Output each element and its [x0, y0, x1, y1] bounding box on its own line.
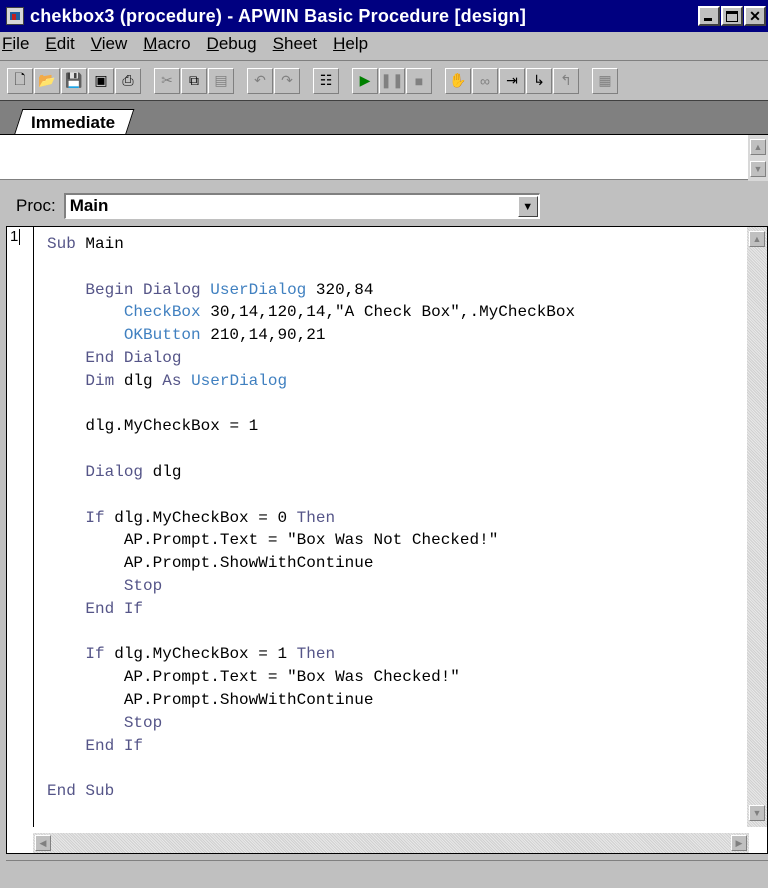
code-line[interactable]: CheckBox 30,14,120,14,"A Check Box",.MyC… — [47, 301, 737, 324]
menu-edit[interactable]: Edit — [37, 34, 82, 54]
scroll-up-icon[interactable]: ▲ — [750, 139, 766, 155]
chevron-down-icon[interactable]: ▼ — [517, 196, 538, 217]
code-line[interactable]: Dialog dlg — [47, 461, 737, 484]
code-line[interactable]: End Dialog — [47, 347, 737, 370]
toolbar: 🗋 📂 💾 ▣ ⎙ ✂ ⧉ ▤ ↶ ↷ ☷ ▶ ❚❚ ■ ✋ ∞ ⇥ ↳ ↰ ▦ — [0, 60, 768, 100]
editor-vertical-scrollbar[interactable]: ▲ ▼ — [747, 227, 767, 827]
proc-value: Main — [69, 196, 109, 215]
code-line[interactable]: AP.Prompt.Text = "Box Was Checked!" — [47, 666, 737, 689]
code-line[interactable]: If dlg.MyCheckBox = 1 Then — [47, 643, 737, 666]
menu-bar: File Edit View Macro Debug Sheet Help — [0, 32, 768, 56]
code-line[interactable]: Dim dlg As UserDialog — [47, 370, 737, 393]
step-into-icon[interactable]: ⇥ — [499, 67, 525, 94]
copy-icon[interactable]: ⧉ — [181, 67, 207, 94]
code-line[interactable]: AP.Prompt.ShowWithContinue — [47, 689, 737, 712]
menu-debug[interactable]: Debug — [199, 34, 265, 54]
code-line[interactable]: AP.Prompt.ShowWithContinue — [47, 552, 737, 575]
scroll-left-icon[interactable]: ◀ — [35, 835, 51, 851]
scroll-down-icon[interactable]: ▼ — [750, 161, 766, 177]
dialog-editor-icon[interactable]: ☷ — [313, 67, 339, 94]
save-icon[interactable]: 💾 — [61, 67, 87, 94]
code-line[interactable] — [47, 438, 737, 461]
close-icon: ✕ — [749, 8, 761, 24]
minimize-button[interactable] — [698, 6, 720, 26]
immediate-pane[interactable]: ▲ ▼ — [0, 134, 768, 181]
code-line[interactable]: Sub Main — [47, 233, 737, 256]
code-line[interactable]: Stop — [47, 712, 737, 735]
tab-strip: Immediate — [0, 100, 768, 136]
maximize-icon — [726, 10, 738, 22]
window-controls: ✕ — [698, 6, 766, 26]
code-line[interactable]: If dlg.MyCheckBox = 0 Then — [47, 507, 737, 530]
save-all-icon[interactable]: ▣ — [88, 67, 114, 94]
title-bar[interactable]: chekbox3 (procedure) - APWIN Basic Proce… — [0, 0, 768, 32]
pause-icon[interactable]: ❚❚ — [379, 67, 405, 94]
editor-horizontal-scrollbar[interactable]: ◀ ▶ — [33, 833, 749, 853]
menu-view[interactable]: View — [83, 34, 136, 54]
paste-icon[interactable]: ▤ — [208, 67, 234, 94]
menu-macro[interactable]: Macro — [135, 34, 198, 54]
print-icon[interactable]: ⎙ — [115, 67, 141, 94]
code-line[interactable]: End Sub — [47, 780, 737, 803]
app-icon[interactable] — [6, 7, 24, 25]
code-text[interactable]: Sub Main Begin Dialog UserDialog 320,84 … — [47, 233, 737, 803]
window-title: chekbox3 (procedure) - APWIN Basic Proce… — [30, 5, 527, 26]
calls-icon[interactable]: ▦ — [592, 67, 618, 94]
close-button[interactable]: ✕ — [744, 6, 766, 26]
gutter-divider — [33, 227, 34, 827]
tab-immediate[interactable]: Immediate — [13, 109, 135, 136]
code-line[interactable]: End If — [47, 735, 737, 758]
maximize-button[interactable] — [721, 6, 743, 26]
code-line[interactable]: AP.Prompt.Text = "Box Was Not Checked!" — [47, 529, 737, 552]
code-line[interactable]: End If — [47, 598, 737, 621]
proc-select[interactable]: Main ▼ — [63, 193, 540, 219]
code-line[interactable] — [47, 393, 737, 416]
code-line[interactable]: dlg.MyCheckBox = 1 — [47, 415, 737, 438]
code-line[interactable]: Stop — [47, 575, 737, 598]
scroll-right-icon[interactable]: ▶ — [731, 835, 747, 851]
open-icon[interactable]: 📂 — [34, 67, 60, 94]
code-line[interactable] — [47, 621, 737, 644]
menu-help[interactable]: Help — [325, 34, 376, 54]
scroll-down-icon[interactable]: ▼ — [749, 805, 765, 821]
status-bar — [6, 860, 768, 884]
code-line[interactable]: Begin Dialog UserDialog 320,84 — [47, 279, 737, 302]
line-number: 1 — [9, 228, 20, 245]
proc-bar: Proc: Main ▼ — [0, 188, 768, 224]
new-icon[interactable]: 🗋 — [7, 67, 33, 94]
proc-label: Proc: — [16, 196, 56, 215]
run-icon[interactable]: ▶ — [352, 67, 378, 94]
redo-icon[interactable]: ↷ — [274, 67, 300, 94]
code-line[interactable] — [47, 484, 737, 507]
menu-file[interactable]: File — [0, 34, 37, 54]
scroll-up-icon[interactable]: ▲ — [749, 231, 765, 247]
undo-icon[interactable]: ↶ — [247, 67, 273, 94]
quick-watch-icon[interactable]: ∞ — [472, 67, 498, 94]
code-editor[interactable]: 1 Sub Main Begin Dialog UserDialog 320,8… — [6, 226, 768, 854]
step-out-icon[interactable]: ↰ — [553, 67, 579, 94]
cut-icon[interactable]: ✂ — [154, 67, 180, 94]
immediate-scrollbar[interactable]: ▲ ▼ — [748, 135, 768, 181]
apwin-window: chekbox3 (procedure) - APWIN Basic Proce… — [0, 0, 768, 888]
code-line[interactable] — [47, 757, 737, 780]
minimize-icon — [704, 18, 712, 21]
code-line[interactable]: OKButton 210,14,90,21 — [47, 324, 737, 347]
menu-sheet[interactable]: Sheet — [265, 34, 325, 54]
stop-icon[interactable]: ■ — [406, 67, 432, 94]
toggle-breakpoint-icon[interactable]: ✋ — [445, 67, 471, 94]
code-line[interactable] — [47, 256, 737, 279]
step-over-icon[interactable]: ↳ — [526, 67, 552, 94]
